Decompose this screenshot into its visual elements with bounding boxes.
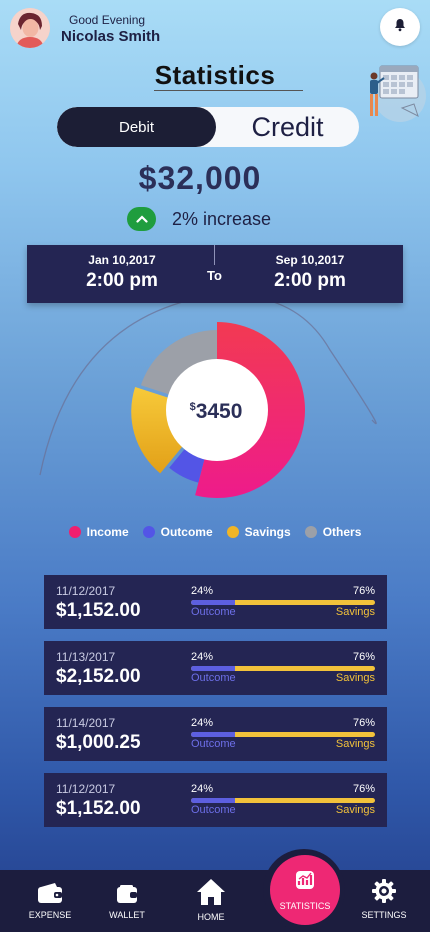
nav-expense-label: EXPENSE: [28, 910, 72, 920]
home-icon: [196, 879, 226, 906]
nav-statistics-label: STATISTICS: [279, 900, 331, 911]
nav-settings[interactable]: SETTINGS: [349, 878, 419, 920]
title-underline: [154, 90, 303, 91]
outcome-savings-bar: [191, 600, 375, 605]
nav-settings-label: SETTINGS: [361, 910, 407, 920]
outcome-bar-fill: [191, 600, 236, 605]
outcome-percent: 24%: [191, 783, 214, 795]
nav-expense[interactable]: EXPENSE: [15, 878, 85, 920]
nav-statistics[interactable]: STATISTICS: [270, 855, 340, 925]
transaction-amount: $2,152.00: [56, 666, 141, 687]
outcome-savings-bar: [191, 666, 375, 671]
legend-dot: [142, 526, 155, 538]
legend-item: Outcome: [142, 525, 213, 539]
legend-item: Income: [68, 525, 129, 539]
transaction-date: 11/13/2017: [56, 650, 116, 664]
change-text: 2% increase: [172, 208, 272, 229]
transaction-card[interactable]: 11/14/2017 $1,000.25 24% 76% Outcome Savings: [44, 707, 387, 761]
legend-item: Others: [304, 525, 362, 539]
range-end[interactable]: Sep 10,2017 2:00 pm: [235, 253, 385, 292]
legend-label: Savings: [244, 525, 291, 539]
chevron-up-icon: [127, 207, 156, 231]
statistics-icon: [295, 870, 315, 895]
gear-icon: [371, 878, 397, 904]
calendar-illustration: [358, 58, 426, 126]
legend-label: Outcome: [160, 525, 213, 539]
nav-home[interactable]: HOME: [176, 879, 246, 922]
savings-label: Savings: [335, 738, 375, 750]
nav-wallet-label: WALLET: [109, 910, 145, 920]
change-indicator: 2% increase: [127, 206, 271, 232]
legend-dot: [226, 526, 239, 538]
outcome-percent: 24%: [191, 651, 214, 663]
wallet-icon: [116, 878, 138, 904]
svg-text:$3450: $3450: [190, 400, 243, 423]
wallet-open-icon: [37, 878, 63, 904]
outcome-bar-fill: [191, 732, 236, 737]
range-start[interactable]: Jan 10,2017 2:00 pm: [47, 253, 197, 292]
transaction-amount: $1,152.00: [56, 600, 141, 621]
bottom-nav: EXPENSE WALLET HOME SETTINGS: [0, 870, 430, 932]
avatar[interactable]: [10, 8, 50, 48]
legend-label: Income: [86, 525, 129, 539]
savings-label: Savings: [335, 672, 375, 684]
outcome-percent: 24%: [191, 717, 214, 729]
transaction-card[interactable]: 11/13/2017 $2,152.00 24% 76% Outcome Savings: [44, 641, 387, 695]
transaction-amount: $1,152.00: [56, 798, 141, 819]
notifications-button[interactable]: [380, 8, 420, 46]
donut-chart: $3450: [115, 322, 305, 498]
savings-percent: 76%: [352, 651, 375, 663]
user-name: Nicolas Smith: [61, 28, 161, 45]
legend-dot: [68, 526, 81, 538]
legend-label: Others: [322, 525, 362, 539]
credit-tab[interactable]: Credit: [216, 107, 359, 147]
savings-percent: 76%: [352, 717, 375, 729]
range-to-label: To: [207, 268, 222, 283]
savings-percent: 76%: [352, 783, 375, 795]
outcome-label: Outcome: [191, 606, 236, 618]
legend-item: Savings: [226, 525, 291, 539]
debit-credit-toggle: Debit Credit: [57, 107, 359, 147]
outcome-label: Outcome: [191, 672, 236, 684]
start-time: 2:00 pm: [86, 270, 158, 291]
outcome-bar-fill: [191, 666, 236, 671]
range-divider: [214, 245, 215, 265]
savings-percent: 76%: [352, 585, 375, 597]
header: Good Evening Nicolas Smith: [10, 8, 420, 50]
outcome-savings-bar: [191, 732, 375, 737]
chart-legend: Income Outcome Savings Others: [0, 525, 430, 539]
transaction-date: 11/12/2017: [56, 782, 116, 796]
end-date: Sep 10,2017: [275, 253, 345, 267]
start-date: Jan 10,2017: [88, 253, 156, 267]
greeting-text: Good Evening: [69, 13, 146, 27]
outcome-label: Outcome: [191, 738, 236, 750]
debit-tab[interactable]: Debit: [57, 107, 216, 147]
legend-dot: [304, 526, 317, 538]
transaction-date: 11/12/2017: [56, 584, 116, 598]
savings-label: Savings: [335, 606, 375, 618]
nav-home-label: HOME: [197, 912, 225, 922]
outcome-bar-fill: [191, 798, 236, 803]
total-amount: $32,000: [138, 160, 262, 196]
donut-center-value: 3450: [196, 400, 243, 423]
transaction-date: 11/14/2017: [56, 716, 116, 730]
outcome-savings-bar: [191, 798, 375, 803]
transaction-card[interactable]: 11/12/2017 $1,152.00 24% 76% Outcome Savings: [44, 575, 387, 629]
nav-wallet[interactable]: WALLET: [92, 878, 162, 920]
savings-label: Savings: [335, 804, 375, 816]
transaction-card[interactable]: 11/12/2017 $1,152.00 24% 76% Outcome Savings: [44, 773, 387, 827]
transaction-amount: $1,000.25: [56, 732, 141, 753]
end-time: 2:00 pm: [274, 270, 346, 291]
bell-icon: [393, 18, 407, 37]
outcome-percent: 24%: [191, 585, 214, 597]
date-range-picker[interactable]: Jan 10,2017 2:00 pm To Sep 10,2017 2:00 …: [27, 245, 403, 303]
outcome-label: Outcome: [191, 804, 236, 816]
